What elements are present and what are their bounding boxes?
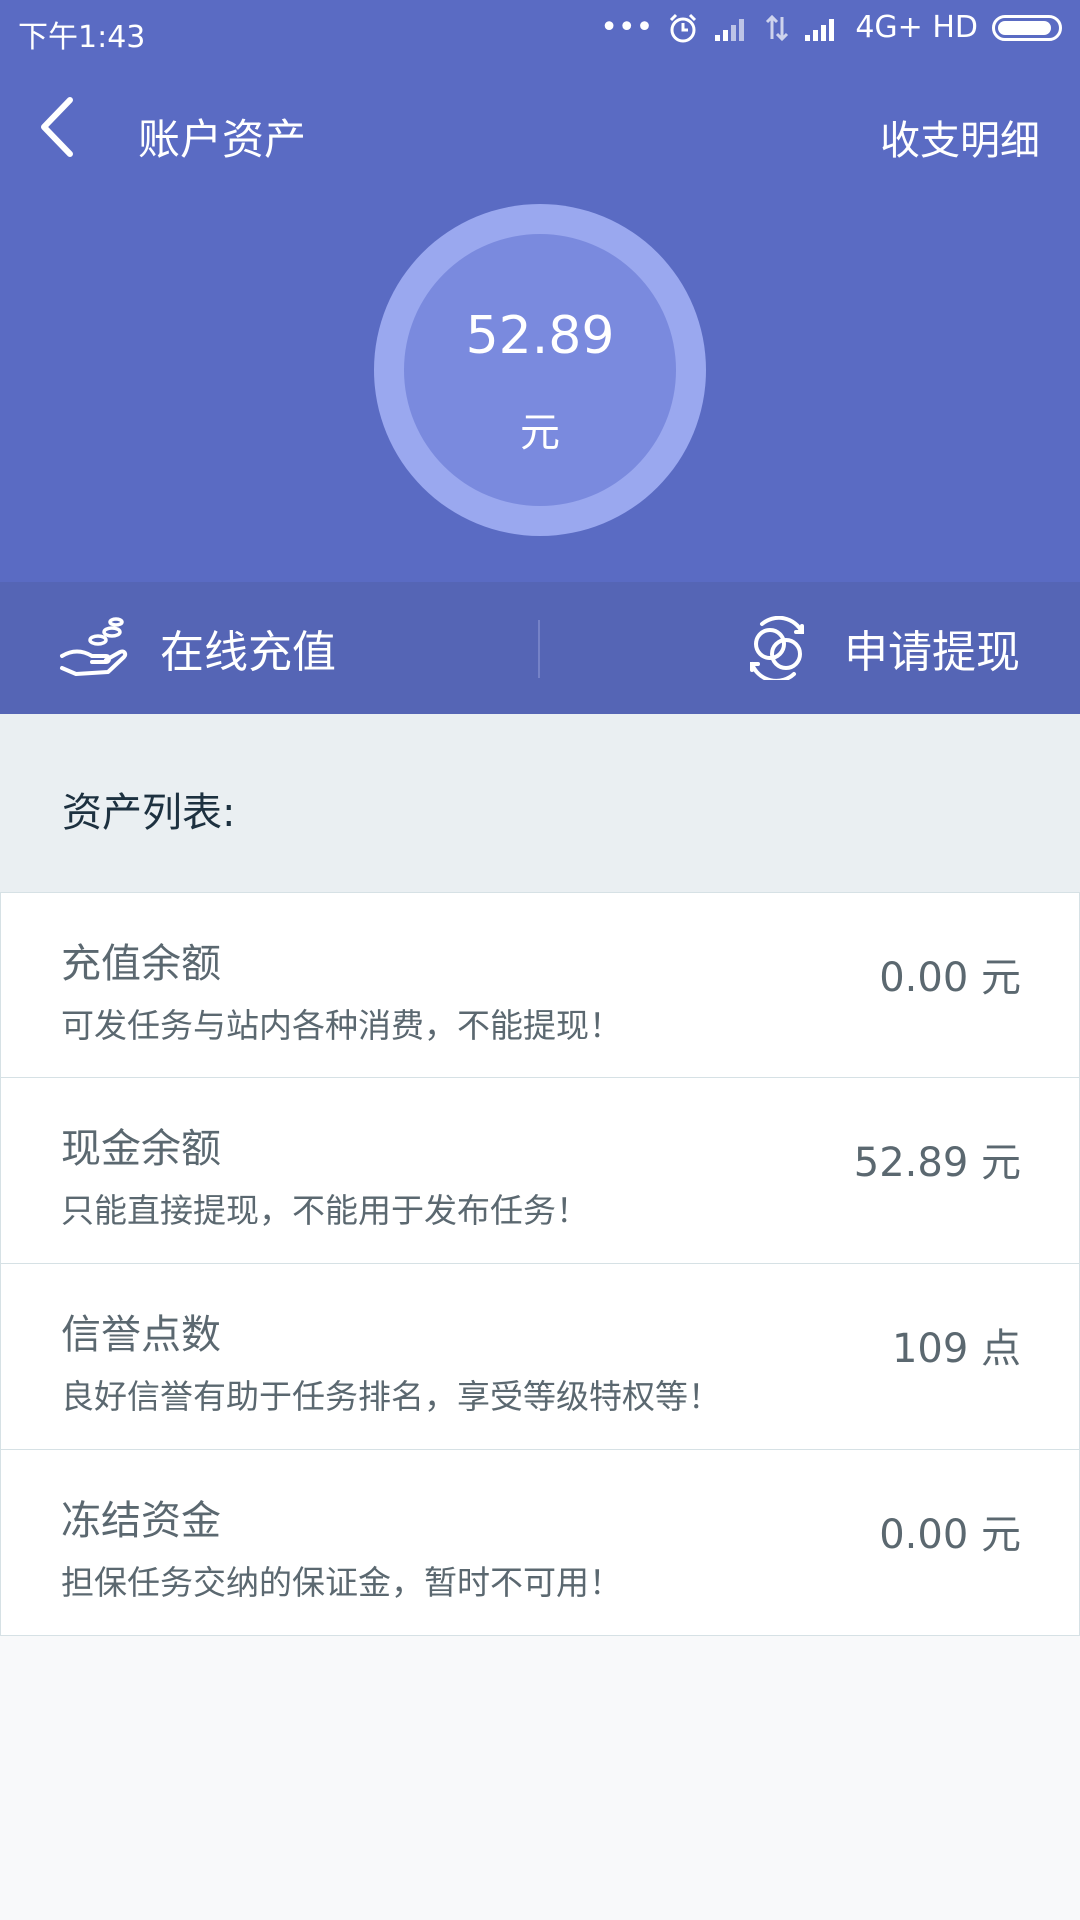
list-item[interactable]: 信誉点数 良好信誉有助于任务排名，享受等级特权等！ 109 点 <box>0 1264 1080 1450</box>
asset-label: 现金余额 <box>61 1126 221 1172</box>
action-divider <box>538 620 540 678</box>
recharge-button[interactable]: 在线充值 <box>58 582 336 714</box>
action-bar: 在线充值 申请提现 <box>0 582 1080 714</box>
asset-label: 充值余额 <box>61 941 221 987</box>
asset-value: 109 点 <box>891 1326 1021 1372</box>
page-title: 账户资产 <box>138 115 307 164</box>
signal-icon <box>715 18 745 41</box>
balance-amount: 52.89 <box>465 306 615 366</box>
coins-hand-icon <box>60 617 128 676</box>
section-title: 资产列表: <box>62 790 236 836</box>
battery-icon <box>992 14 1062 41</box>
app-bar: 账户资产 收支明细 <box>0 70 1080 190</box>
alarm-icon <box>670 13 697 42</box>
asset-label: 冻结资金 <box>61 1498 221 1544</box>
asset-value: 52.89 元 <box>853 1140 1021 1186</box>
asset-label: 信誉点数 <box>61 1312 221 1358</box>
list-item[interactable]: 现金余额 只能直接提现，不能用于发布任务！ 52.89 元 <box>0 1078 1080 1264</box>
back-arrow-icon <box>41 97 73 157</box>
status-bar: 下午1:43 ••• 4G+ HD <box>0 0 1080 60</box>
back-button[interactable] <box>36 92 96 172</box>
balance-circle: 52.89 元 <box>404 234 676 506</box>
transaction-details-link[interactable]: 收支明细 <box>880 108 1040 166</box>
asset-list-header: 资产列表: <box>0 714 1080 892</box>
withdraw-label: 申请提现 <box>844 627 1020 678</box>
asset-description: 只能直接提现，不能用于发布任务！ <box>61 1191 589 1230</box>
status-icons: ••• 4G+ HD <box>600 10 1062 45</box>
balance-ring: 52.89 元 <box>374 204 706 536</box>
signal-icon <box>805 18 835 41</box>
asset-value: 0.00 元 <box>879 955 1021 1001</box>
recharge-label: 在线充值 <box>160 627 336 678</box>
asset-value: 0.00 元 <box>879 1512 1021 1558</box>
asset-description: 良好信誉有助于任务排名，享受等级特权等！ <box>61 1377 721 1416</box>
asset-list: 充值余额 可发任务与站内各种消费，不能提现！ 0.00 元 现金余额 只能直接提… <box>0 892 1080 1636</box>
balance-unit: 元 <box>520 410 560 456</box>
status-time: 下午1:43 <box>18 20 146 55</box>
network-label: 4G+ HD <box>855 10 978 45</box>
asset-description: 担保任务交纳的保证金，暂时不可用！ <box>61 1563 622 1602</box>
asset-description: 可发任务与站内各种消费，不能提现！ <box>61 1006 622 1045</box>
list-item[interactable]: 充值余额 可发任务与站内各种消费，不能提现！ 0.00 元 <box>0 892 1080 1078</box>
data-transfer-icon <box>766 14 789 41</box>
exchange-icon <box>750 616 804 680</box>
list-item[interactable]: 冻结资金 担保任务交纳的保证金，暂时不可用！ 0.00 元 <box>0 1450 1080 1636</box>
more-dots-icon: ••• <box>600 10 654 45</box>
withdraw-button[interactable]: 申请提现 <box>742 582 1020 714</box>
